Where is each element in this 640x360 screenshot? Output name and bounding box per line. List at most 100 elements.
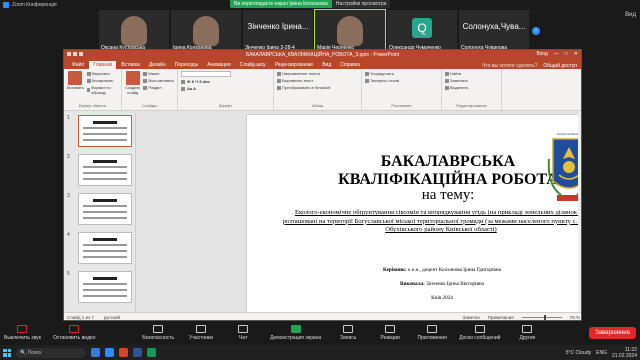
view-options-button[interactable]: Настройки просмотра (331, 0, 391, 8)
login-button[interactable]: Вход (536, 51, 547, 57)
ppt-titlebar: БАКАЛАВРСЬКА_КВАЛІФІКАЦІЙНА_РОБОТА_3.ppt… (64, 50, 581, 60)
participant-tile[interactable]: Q Олександр Чумаченко (387, 10, 457, 52)
slide-number: 3 (67, 193, 70, 199)
ribbon-small-icon (86, 88, 90, 92)
executor-line: Виконала: Зінченко Ірина Вікторівна (400, 281, 484, 287)
ribbon-button[interactable]: Вырезать (86, 71, 118, 76)
ribbon-button[interactable]: Выделить (445, 85, 468, 90)
ribbon-group-label: Абзац (311, 103, 324, 108)
participant-tile[interactable]: Ірина Колханова (171, 10, 241, 52)
ribbon-small-icon (277, 78, 281, 83)
ribbon-large-button[interactable]: Создать слайд (125, 71, 140, 95)
share-button[interactable]: Общий доступ (543, 63, 577, 69)
ribbon-button[interactable]: Заменить (445, 78, 468, 83)
ribbon-tab[interactable]: Рецензирование (271, 61, 318, 69)
vertical-scrollbar[interactable] (578, 111, 581, 312)
meeting-control-button[interactable]: Безопасность (142, 325, 174, 341)
ribbon-button-label: Найти (450, 71, 462, 76)
ribbon-tab[interactable]: Главная (89, 61, 117, 69)
ribbon-tab[interactable]: Справка (336, 61, 364, 69)
ribbon-tab[interactable]: Дизайн (145, 61, 170, 69)
view-button[interactable]: Вид (625, 12, 636, 18)
ribbon-small-icon (365, 78, 369, 83)
share-screen-button[interactable]: Демонстрация экрана (270, 325, 321, 341)
ribbon-button[interactable]: Макет (143, 71, 174, 76)
mute-button[interactable]: Выключить звук (4, 325, 41, 341)
slide-thumbnail[interactable] (78, 232, 132, 264)
maximize-icon[interactable]: □ (565, 51, 568, 57)
slide-thumbnail[interactable] (78, 115, 132, 147)
current-slide[interactable]: БАКАЛАВРСЬКА КВАЛІФІКАЦІЙНА РОБОТА на тем… (246, 114, 582, 320)
thumbnail-text-line (93, 277, 117, 280)
zoom-slider[interactable] (521, 315, 562, 320)
meeting-control-button[interactable]: Другие (512, 325, 542, 341)
thesis-topic: Еколого-економічне обґрунтування сівозмі… (282, 209, 582, 234)
ribbon-tab[interactable]: Переходы (171, 61, 202, 69)
ribbon-tab[interactable]: Слайд-шоу (236, 61, 270, 69)
slide-thumbnail[interactable] (78, 154, 132, 186)
next-page-arrow[interactable]: › (531, 10, 541, 52)
word-app-icon[interactable] (133, 348, 142, 357)
redo-icon[interactable] (79, 52, 83, 56)
slide-number: 2 (67, 154, 70, 160)
ribbon-button[interactable]: Ж К Ч S abc (181, 79, 231, 84)
taskbar-search[interactable]: 🔍 Поиск (16, 347, 86, 358)
participant-tile[interactable]: Оксана Кустовська (99, 10, 169, 52)
ribbon-button[interactable]: Восстановить (143, 78, 174, 83)
control-label: Остановить видео (52, 335, 96, 341)
clock[interactable]: 11:32 21.02.2024 (612, 347, 637, 359)
ribbon-button[interactable]: Формат по образцу (86, 85, 118, 95)
ribbon-button[interactable]: Упорядочить (365, 71, 399, 76)
stop-video-button[interactable]: Остановить видео (53, 325, 96, 341)
zoom-app-icon[interactable] (105, 348, 114, 357)
ribbon-group: Вставить Вырезать Копировать Формат по обра… (64, 69, 122, 110)
ribbon-button[interactable]: Преобразовать в SmartArt (277, 85, 331, 90)
save-icon[interactable] (67, 52, 71, 56)
ribbon-group-label: Шрифт (218, 103, 233, 108)
ribbon-large-button[interactable]: Вставить (67, 71, 84, 95)
meeting-control-button[interactable]: Приложения (417, 325, 447, 341)
ribbon-button[interactable]: Экспресс-стили (365, 78, 399, 83)
comments-button[interactable]: Примечания (488, 315, 514, 320)
meeting-control-button[interactable]: Запись (333, 325, 363, 341)
close-icon[interactable]: ✕ (574, 51, 578, 57)
participant-tile[interactable]: Марія Черненко (314, 9, 386, 53)
minimize-icon[interactable]: — (554, 51, 559, 57)
ribbon-button[interactable]: Копировать (86, 78, 118, 83)
city-year: Київ 2024 (431, 295, 453, 301)
ribbon-button[interactable]: Выровнять текст (277, 78, 331, 83)
participant-tile[interactable]: Зінченко Ірина... Зінченко Ірина 3-28-4 (243, 10, 313, 52)
end-meeting-button[interactable]: Завершение (589, 327, 636, 339)
powerpoint-app-icon[interactable] (119, 348, 128, 357)
ribbon-button-label: Выделить (450, 85, 469, 90)
ribbon-small-icon (277, 85, 281, 90)
language-indicator: русский (103, 315, 121, 320)
slide-thumbnail[interactable] (78, 271, 132, 303)
notes-button[interactable]: Заметки (463, 315, 480, 320)
participant-tile[interactable]: Солонуха,Чува... Солонуха Чуванова (459, 10, 529, 52)
ribbon-button[interactable]: Aa A (181, 86, 231, 91)
meeting-control-button[interactable]: Чат (228, 325, 258, 341)
ribbon-button[interactable]: Найти (445, 71, 468, 76)
ribbon-button[interactable]: Раздел (143, 85, 174, 90)
thumbnail-text-line (83, 295, 127, 297)
meeting-control-button[interactable]: Участники (186, 325, 216, 341)
ribbon-group-label: Рисование (391, 103, 412, 108)
font-family-box[interactable] (181, 71, 231, 77)
meeting-control-button[interactable]: Доски сообщений (459, 325, 500, 341)
file-explorer-icon[interactable] (91, 348, 100, 357)
meeting-control-button[interactable]: Реакции (375, 325, 405, 341)
windows-start-icon[interactable] (3, 348, 11, 357)
ribbon-tab[interactable]: Вставка (117, 61, 144, 69)
slide-counter: Слайд 1 из 7 (67, 315, 94, 320)
language-switch[interactable]: ENG (596, 350, 607, 356)
ribbon-tab[interactable]: Анимация (203, 61, 234, 69)
chrome-app-icon[interactable] (147, 348, 156, 357)
weather-widget[interactable]: 5°C Cloudy (566, 350, 591, 356)
ribbon-button[interactable]: Направление текста (277, 71, 331, 76)
ribbon-tab[interactable]: Вид (318, 61, 335, 69)
ribbon-tab[interactable]: Файл (68, 61, 88, 69)
slide-thumbnail[interactable] (78, 193, 132, 225)
undo-icon[interactable] (73, 52, 77, 56)
zoom-level[interactable]: 79 % (570, 315, 580, 320)
